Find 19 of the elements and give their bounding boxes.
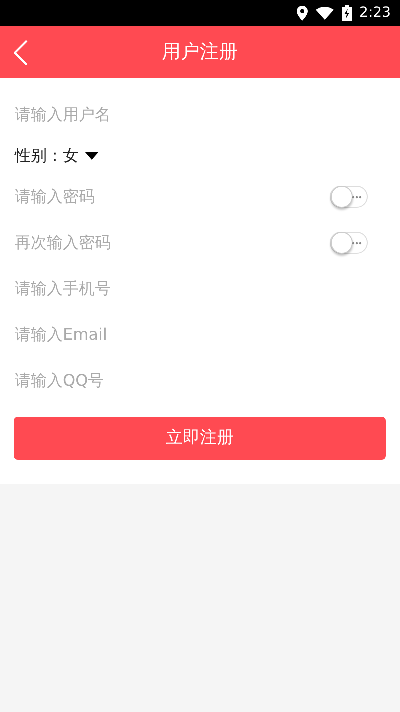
- password-visibility-toggle[interactable]: [330, 232, 368, 254]
- text-field[interactable]: 请输入Email: [15, 323, 385, 347]
- battery-icon: [342, 5, 352, 21]
- dots-icon: [352, 242, 362, 245]
- password-field[interactable]: 请输入密码: [15, 185, 330, 209]
- text-field[interactable]: 请输入QQ号: [15, 369, 385, 393]
- page-title: 用户注册: [162, 40, 238, 65]
- gender-dropdown[interactable]: 女: [63, 144, 99, 168]
- text-field[interactable]: 请输入手机号: [15, 277, 385, 301]
- status-time: 2:23: [360, 4, 391, 22]
- password-visibility-toggle[interactable]: [330, 186, 368, 208]
- back-icon: [14, 40, 28, 66]
- password-field[interactable]: 再次输入密码: [15, 231, 330, 255]
- dots-icon: [352, 196, 362, 199]
- wifi-icon: [316, 6, 334, 20]
- location-icon: [296, 6, 308, 20]
- text-field[interactable]: 请输入用户名: [15, 103, 385, 127]
- gender-label: 性别：: [15, 145, 63, 167]
- dropdown-caret-icon: [85, 152, 99, 160]
